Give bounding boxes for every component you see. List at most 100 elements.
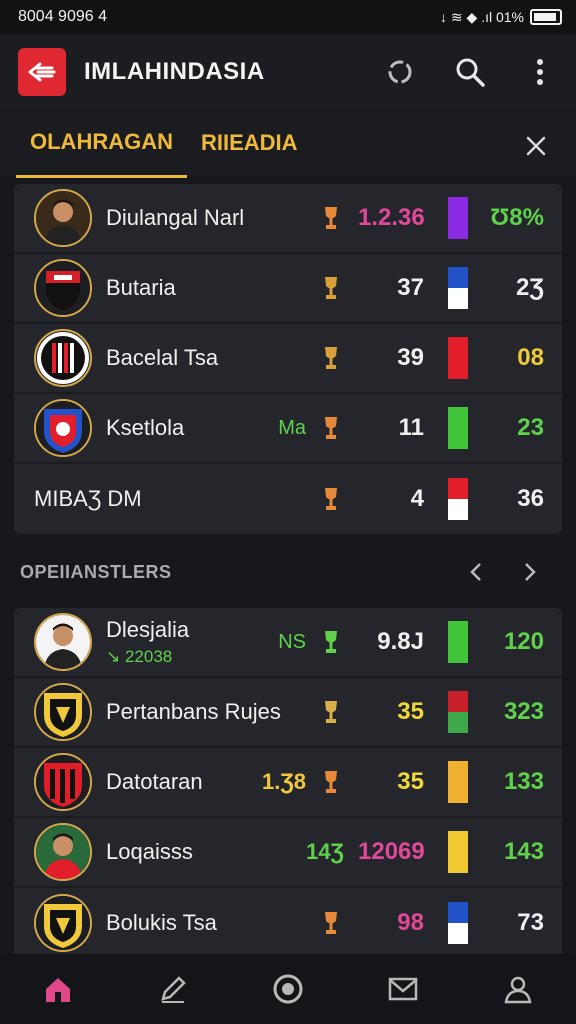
search-icon[interactable] xyxy=(452,54,488,90)
team-name: Dlesjalia xyxy=(106,617,190,642)
mail-icon[interactable] xyxy=(383,969,423,1009)
team-name: MIBAƷ DM xyxy=(34,486,142,511)
list-item[interactable]: Bacelal Tsa 39 08 xyxy=(14,324,562,394)
battery-icon xyxy=(530,9,562,25)
list-item[interactable]: Loqaisss 14Ʒ 12069 143 xyxy=(14,818,562,888)
stat-value-primary: 37 xyxy=(397,274,424,301)
team-color-bar xyxy=(448,691,468,733)
team-name: Datotaran xyxy=(106,769,203,794)
list-item[interactable]: Diulangal Narl 1.2.36 Ʊ8% xyxy=(14,184,562,254)
ball-icon[interactable] xyxy=(268,969,308,1009)
stat-value-primary: 35 xyxy=(397,768,424,795)
trophy-icon xyxy=(320,767,342,797)
team-name-block: Bolukis Tsa xyxy=(106,910,320,936)
list-item[interactable]: Datotaran 1.Ʒ8 35 133 xyxy=(14,748,562,818)
trophy-icon xyxy=(320,413,342,443)
stat-value-secondary: 36 xyxy=(517,485,544,512)
refresh-icon[interactable] xyxy=(382,54,418,90)
section-title: OPEIIANSTLERS xyxy=(20,561,172,582)
chevron-left-icon[interactable] xyxy=(458,554,494,590)
stat-value-primary: 11 xyxy=(398,414,424,441)
list-item[interactable]: Pertanbans Rujes 35 323 xyxy=(14,678,562,748)
team-crest-icon xyxy=(34,259,92,317)
team-name-block: Ksetlola xyxy=(106,415,278,441)
stat-value-secondary: 08 xyxy=(517,344,544,371)
team-subtext: ↘ 22038 xyxy=(106,647,173,666)
status-time: 8004 9096 4 xyxy=(18,8,107,25)
team-color-bar xyxy=(448,831,468,873)
trophy-icon xyxy=(320,343,342,373)
tab-rileadia[interactable]: RIIEADIA xyxy=(187,110,312,176)
bottom-nav xyxy=(0,954,576,1024)
team-name: Diulangal Narl xyxy=(106,205,245,230)
team-name-block: MIBAƷ DM xyxy=(34,486,320,512)
chevron-right-icon[interactable] xyxy=(512,554,548,590)
trophy-icon xyxy=(320,273,342,303)
team-color-bar xyxy=(448,902,468,944)
team-color-bar xyxy=(448,197,468,239)
team-crest-icon xyxy=(34,613,92,671)
row-tag: NS xyxy=(278,630,306,653)
list-item[interactable]: MIBAƷ DM 4 36 xyxy=(14,464,562,534)
team-name: Loqaisss xyxy=(106,839,193,864)
app-bar: IMLAHINDASIA xyxy=(0,34,576,110)
stat-value-secondary: 120 xyxy=(503,628,544,655)
stat-value-secondary: 133 xyxy=(503,768,544,795)
tab-bar: OLAHRAGAN RIIEADIA xyxy=(0,109,576,178)
edit-icon[interactable] xyxy=(153,969,193,1009)
list-item[interactable]: Butaria 37 2Ʒ xyxy=(14,254,562,324)
trophy-icon xyxy=(320,203,342,233)
team-crest-icon xyxy=(34,683,92,741)
close-icon[interactable] xyxy=(518,128,554,164)
stat-value-primary: 1.2.36 xyxy=(358,204,425,231)
row-prefix-value: 14Ʒ xyxy=(306,839,344,864)
team-color-bar xyxy=(448,761,468,803)
team-name-block: Diulangal Narl xyxy=(106,205,320,231)
team-name-block: Loqaisss xyxy=(106,839,306,865)
status-bar: 8004 9096 4 ↓ ≋ ◆ .ıl 01% xyxy=(0,0,576,34)
team-name: Butaria xyxy=(106,275,176,300)
stat-value-secondary: 323 xyxy=(503,698,544,725)
stat-value-primary: 9.8Ј xyxy=(377,628,424,655)
trophy-icon xyxy=(320,697,342,727)
row-tag: Ma xyxy=(278,416,306,439)
stat-value-primary: 35 xyxy=(397,698,424,725)
team-name: Bolukis Tsa xyxy=(106,910,217,935)
team-name-block: Butaria xyxy=(106,275,320,301)
team-color-bar xyxy=(448,478,468,520)
list-item[interactable]: Bolukis Tsa 98 73 xyxy=(14,888,562,958)
list-item[interactable]: Ksetlola Ma 11 23 xyxy=(14,394,562,464)
status-signal-text: ↓ ≋ ◆ .ıl 01% xyxy=(440,8,524,25)
stat-value-primary: 12069 xyxy=(358,838,425,865)
team-color-bar xyxy=(448,337,468,379)
status-icons: ↓ ≋ ◆ .ıl 01% xyxy=(440,9,562,26)
standings-panel: Diulangal Narl 1.2.36 Ʊ8% Butaria 37 2Ʒ Bacela… xyxy=(14,184,562,534)
app-title: IMLAHINDASIA xyxy=(84,58,265,85)
trophy-icon xyxy=(320,627,342,657)
team-color-bar xyxy=(448,621,468,663)
row-prefix-value: 1.Ʒ8 xyxy=(261,769,306,794)
stat-value-primary: 39 xyxy=(397,344,424,371)
team-name: Bacelal Tsa xyxy=(106,345,219,370)
team-crest-icon xyxy=(34,329,92,387)
stat-value-secondary: 143 xyxy=(503,838,544,865)
section-header: OPEIIANSTLERS xyxy=(0,544,576,600)
team-crest-icon xyxy=(34,823,92,881)
stat-value-secondary: 73 xyxy=(517,909,544,936)
tab-olahragan[interactable]: OLAHRAGAN xyxy=(16,109,187,178)
team-name-block: Dlesjalia ↘ 22038 xyxy=(106,617,278,667)
stat-value-secondary: Ʊ8% xyxy=(490,204,544,231)
more-vertical-icon[interactable] xyxy=(522,54,558,90)
stat-value-secondary: 23 xyxy=(517,414,544,441)
team-crest-icon xyxy=(34,894,92,952)
list-item[interactable]: Dlesjalia ↘ 22038 NS 9.8Ј 120 xyxy=(14,608,562,678)
home-icon[interactable] xyxy=(38,969,78,1009)
stat-value-primary: 98 xyxy=(397,909,424,936)
team-crest-icon xyxy=(34,399,92,457)
app-logo-icon xyxy=(18,48,66,96)
stat-value-primary: 4 xyxy=(410,485,424,512)
team-crest-icon xyxy=(34,189,92,247)
team-color-bar xyxy=(448,407,468,449)
players-panel: Dlesjalia ↘ 22038 NS 9.8Ј 120 Pertanbans Ruje… xyxy=(14,608,562,958)
profile-icon[interactable] xyxy=(498,969,538,1009)
